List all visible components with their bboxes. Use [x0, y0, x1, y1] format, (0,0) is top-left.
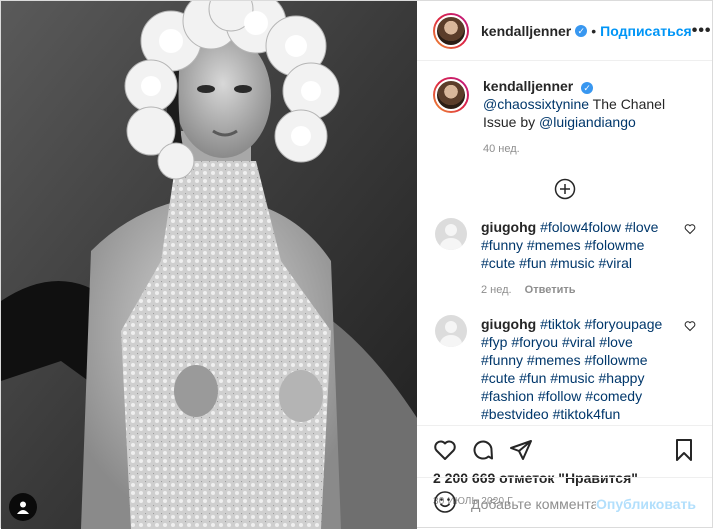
share-button[interactable]	[509, 438, 533, 462]
follow-button[interactable]: Подписаться	[600, 23, 692, 39]
author-avatar[interactable]	[433, 12, 469, 49]
share-icon	[510, 440, 532, 460]
comments-list[interactable]: kendalljenner ✓ @chaossixtynine The Chan…	[417, 61, 712, 425]
separator-dot: •	[591, 22, 597, 39]
add-comment-input[interactable]	[471, 495, 597, 512]
like-button[interactable]	[433, 438, 457, 462]
action-icons	[433, 432, 696, 468]
user-tag-button[interactable]	[9, 493, 37, 521]
comment-username[interactable]: giugohg	[481, 219, 536, 235]
smiley-icon	[434, 491, 456, 513]
post-photo[interactable]	[1, 1, 417, 529]
post-dialog: kendalljenner ✓ • Подписаться ••• kendal…	[0, 0, 713, 529]
emoji-button[interactable]	[433, 490, 457, 517]
load-more-comments-button[interactable]	[433, 178, 696, 200]
comment-item: giugohg #tiktok #foryoupage #fyp #foryou…	[433, 315, 696, 425]
caption-body: kendalljenner ✓ @chaossixtynine The Chan…	[483, 77, 696, 158]
verified-badge-icon: ✓	[581, 82, 594, 94]
bookmark-icon	[676, 439, 692, 461]
reply-button[interactable]: Ответить	[525, 284, 576, 296]
verified-badge-icon: ✓	[575, 24, 588, 37]
publish-button[interactable]: Опубликовать	[596, 496, 696, 512]
comment-button[interactable]	[471, 438, 495, 462]
comment-username[interactable]: giugohg	[481, 316, 536, 332]
comment-like-button[interactable]	[684, 222, 696, 238]
add-comment-bar: Опубликовать	[417, 477, 712, 529]
heart-icon	[684, 321, 696, 332]
user-tag-icon	[17, 501, 29, 514]
post-sidebar: kendalljenner ✓ • Подписаться ••• kendal…	[417, 1, 712, 529]
save-button[interactable]	[672, 438, 696, 462]
caption-username[interactable]: kendalljenner	[483, 78, 573, 94]
commenter-avatar[interactable]	[435, 218, 467, 250]
caption-mention-2[interactable]: @luigiandiango	[539, 114, 636, 130]
photo-illustration	[1, 1, 417, 529]
post-header: kendalljenner ✓ • Подписаться •••	[417, 1, 712, 61]
comment-icon	[473, 440, 493, 460]
comment-like-button[interactable]	[684, 319, 696, 335]
commenter-avatar[interactable]	[435, 315, 467, 347]
caption-mention[interactable]: @chaossixtynine	[483, 96, 589, 112]
comment-time[interactable]: 2 нед.	[481, 284, 512, 296]
comment-meta: 2 нед. Ответить	[481, 281, 666, 299]
plus-circle-icon	[554, 178, 575, 200]
post-caption: kendalljenner ✓ @chaossixtynine The Chan…	[433, 77, 696, 158]
comment-text[interactable]: #tiktok #foryoupage #fyp #foryou #viral …	[481, 316, 662, 425]
caption-time[interactable]: 40 нед.	[483, 140, 696, 158]
heart-icon	[684, 224, 696, 235]
author-username[interactable]: kendalljenner	[481, 23, 571, 39]
heart-icon	[434, 440, 456, 460]
comment-item: giugohg #folow4folow #love #funny #memes…	[433, 218, 696, 299]
caption-avatar[interactable]	[433, 77, 469, 113]
more-options-button[interactable]: •••	[692, 22, 712, 40]
